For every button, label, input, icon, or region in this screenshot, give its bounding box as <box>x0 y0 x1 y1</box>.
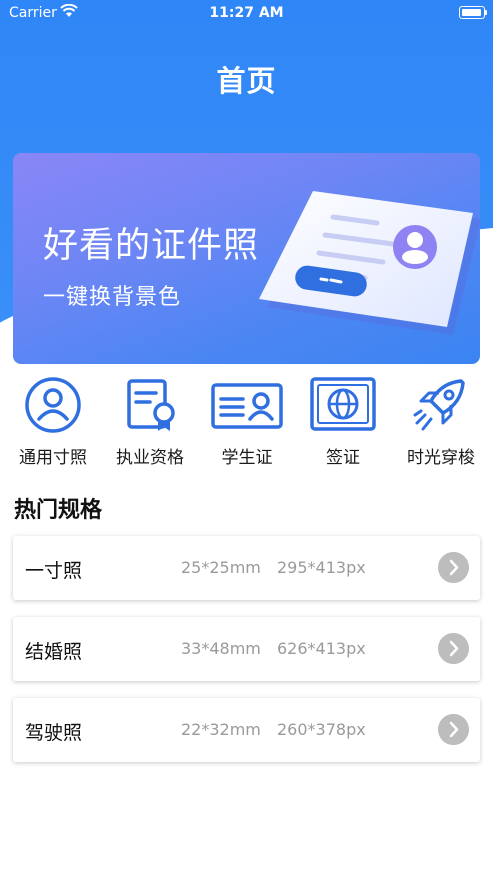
id-card-icon <box>211 383 283 429</box>
status-bar: Carrier 11:27 AM <box>0 0 493 26</box>
person-circle-icon <box>25 377 81 433</box>
banner-title: 好看的证件照 <box>43 226 260 266</box>
clock: 11:27 AM <box>209 5 284 21</box>
spec-pixels: 295*413px <box>277 558 366 577</box>
category-time-travel[interactable]: 时光穿梭 <box>392 375 490 468</box>
rocket-icon <box>413 379 465 431</box>
category-label: 时光穿梭 <box>407 448 475 468</box>
chevron-right-icon[interactable] <box>438 633 469 664</box>
category-label: 通用寸照 <box>19 448 87 468</box>
spec-size: 25*25mm <box>181 558 261 577</box>
chevron-right-icon[interactable] <box>438 552 469 583</box>
spec-name: 结婚照 <box>25 641 83 663</box>
spec-item-one-inch[interactable]: 一寸照 25*25mm 295*413px <box>13 536 480 600</box>
spec-size: 22*32mm <box>181 720 261 739</box>
passport-globe-icon <box>310 377 376 431</box>
category-visa[interactable]: 签证 <box>294 375 392 468</box>
category-row: 通用寸照 执业资格 学生证 签证 时光穿梭 <box>0 375 493 475</box>
chevron-right-icon[interactable] <box>438 714 469 745</box>
banner-subtitle: 一键换背景色 <box>43 285 182 310</box>
page-title: 首页 <box>216 64 277 98</box>
category-professional[interactable]: 执业资格 <box>101 375 199 468</box>
promo-banner[interactable]: 好看的证件照 一键换背景色 <box>13 153 480 364</box>
battery-icon <box>459 6 487 19</box>
spec-pixels: 260*378px <box>277 720 366 739</box>
certificate-icon <box>127 379 175 431</box>
category-label: 执业资格 <box>116 448 184 468</box>
spec-item-marriage[interactable]: 结婚照 33*48mm 626*413px <box>13 617 480 681</box>
spec-item-driving[interactable]: 驾驶照 22*32mm 260*378px <box>13 698 480 762</box>
spec-name: 驾驶照 <box>25 722 83 744</box>
id-card-illustration-icon <box>259 191 480 335</box>
category-standard-photo[interactable]: 通用寸照 <box>4 375 102 468</box>
spec-size: 33*48mm <box>181 639 261 658</box>
category-student-id[interactable]: 学生证 <box>198 375 296 468</box>
spec-pixels: 626*413px <box>277 639 366 658</box>
hot-specs-title: 热门规格 <box>14 498 103 523</box>
category-label: 学生证 <box>221 448 273 468</box>
spec-name: 一寸照 <box>25 560 83 582</box>
category-label: 签证 <box>326 448 360 468</box>
